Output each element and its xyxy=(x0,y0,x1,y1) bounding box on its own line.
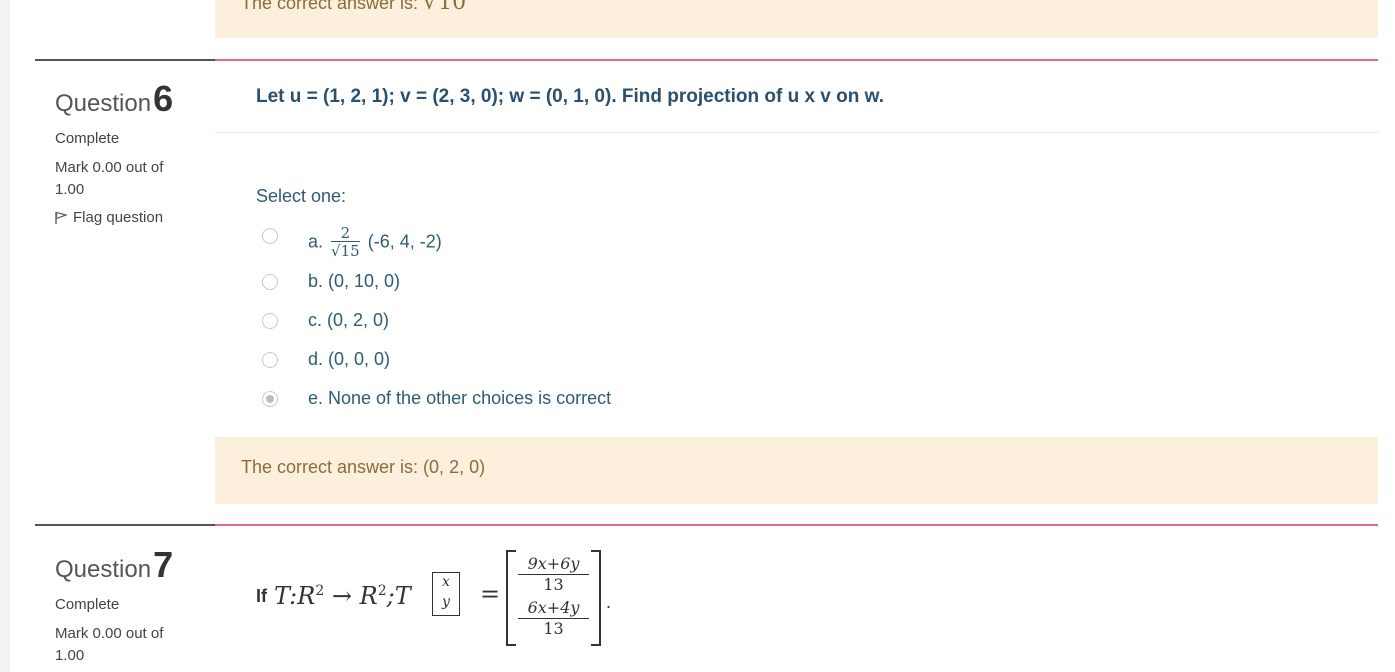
flag-question-link[interactable]: Flag question xyxy=(55,209,205,226)
previous-feedback-text: The correct answer is: √10 xyxy=(241,0,468,15)
equals-sign: = xyxy=(480,580,501,608)
answer-option-b[interactable]: b. (0, 10, 0) xyxy=(262,269,1162,295)
question-7-state: Complete xyxy=(55,596,120,613)
option-a-radio[interactable] xyxy=(262,228,278,244)
answer-option-d[interactable]: d. (0, 0, 0) xyxy=(262,347,1162,373)
input-vector: x y xyxy=(432,572,460,616)
option-e-radio-selected[interactable] xyxy=(262,391,278,407)
question-7-info: Question7 Complete Mark 0.00 out of 1.00 xyxy=(55,544,205,667)
flag-icon xyxy=(55,211,67,224)
option-d-label[interactable]: d. (0, 0, 0) xyxy=(308,349,390,370)
answer-option-a[interactable]: a. 2 √15 (-6, 4, -2) xyxy=(262,223,1162,260)
option-d-radio[interactable] xyxy=(262,352,278,368)
question-6-info: Question6 Complete Mark 0.00 out of 1.00… xyxy=(55,78,205,226)
matrix-entry-1: 9x+6y 13 xyxy=(518,554,589,595)
question-6-divider-right xyxy=(215,59,1378,61)
page-left-rail xyxy=(0,0,10,672)
option-b-radio[interactable] xyxy=(262,274,278,290)
answer-option-c[interactable]: c. (0, 2, 0) xyxy=(262,308,1162,334)
correct-answer-text: The correct answer is: (0, 2, 0) xyxy=(241,457,486,477)
question-7-grade: Mark 0.00 out of 1.00 xyxy=(55,625,164,664)
question-6-title: Question6 xyxy=(55,78,174,119)
period: . xyxy=(606,592,612,612)
transformation-definition: T:R2 → R2;T xyxy=(274,582,411,610)
question-7-if: If xyxy=(256,586,267,606)
option-a-label[interactable]: a. 2 √15 (-6, 4, -2) xyxy=(308,225,442,260)
question-6-text-divider xyxy=(215,132,1378,133)
matrix-entry-2: 6x+4y 13 xyxy=(518,598,589,639)
question-6-grade: Mark 0.00 out of 1.00 xyxy=(55,159,164,198)
option-c-radio[interactable] xyxy=(262,313,278,329)
question-6-text: Let u = (1, 2, 1); v = (2, 3, 0); w = (0… xyxy=(256,86,884,107)
output-matrix: 9x+6y 13 6x+4y 13 xyxy=(506,550,601,646)
option-b-label[interactable]: b. (0, 10, 0) xyxy=(308,271,400,292)
question-7-divider-left xyxy=(35,524,215,526)
question-7-divider-right xyxy=(215,524,1378,526)
select-one-prompt: Select one: xyxy=(256,186,347,206)
previous-question-feedback: The correct answer is: √10 xyxy=(215,0,1378,38)
question-7-title: Question7 xyxy=(55,544,174,585)
option-a-fraction: 2 √15 xyxy=(331,224,360,260)
answer-option-e[interactable]: e. None of the other choices is correct xyxy=(262,386,1162,412)
option-c-label[interactable]: c. (0, 2, 0) xyxy=(308,310,389,331)
question-6-feedback: The correct answer is: (0, 2, 0) xyxy=(215,437,1378,504)
option-e-label[interactable]: e. None of the other choices is correct xyxy=(308,388,611,409)
question-6-divider-left xyxy=(35,59,215,61)
question-6-state: Complete xyxy=(55,130,120,147)
flag-question-label: Flag question xyxy=(73,209,164,226)
